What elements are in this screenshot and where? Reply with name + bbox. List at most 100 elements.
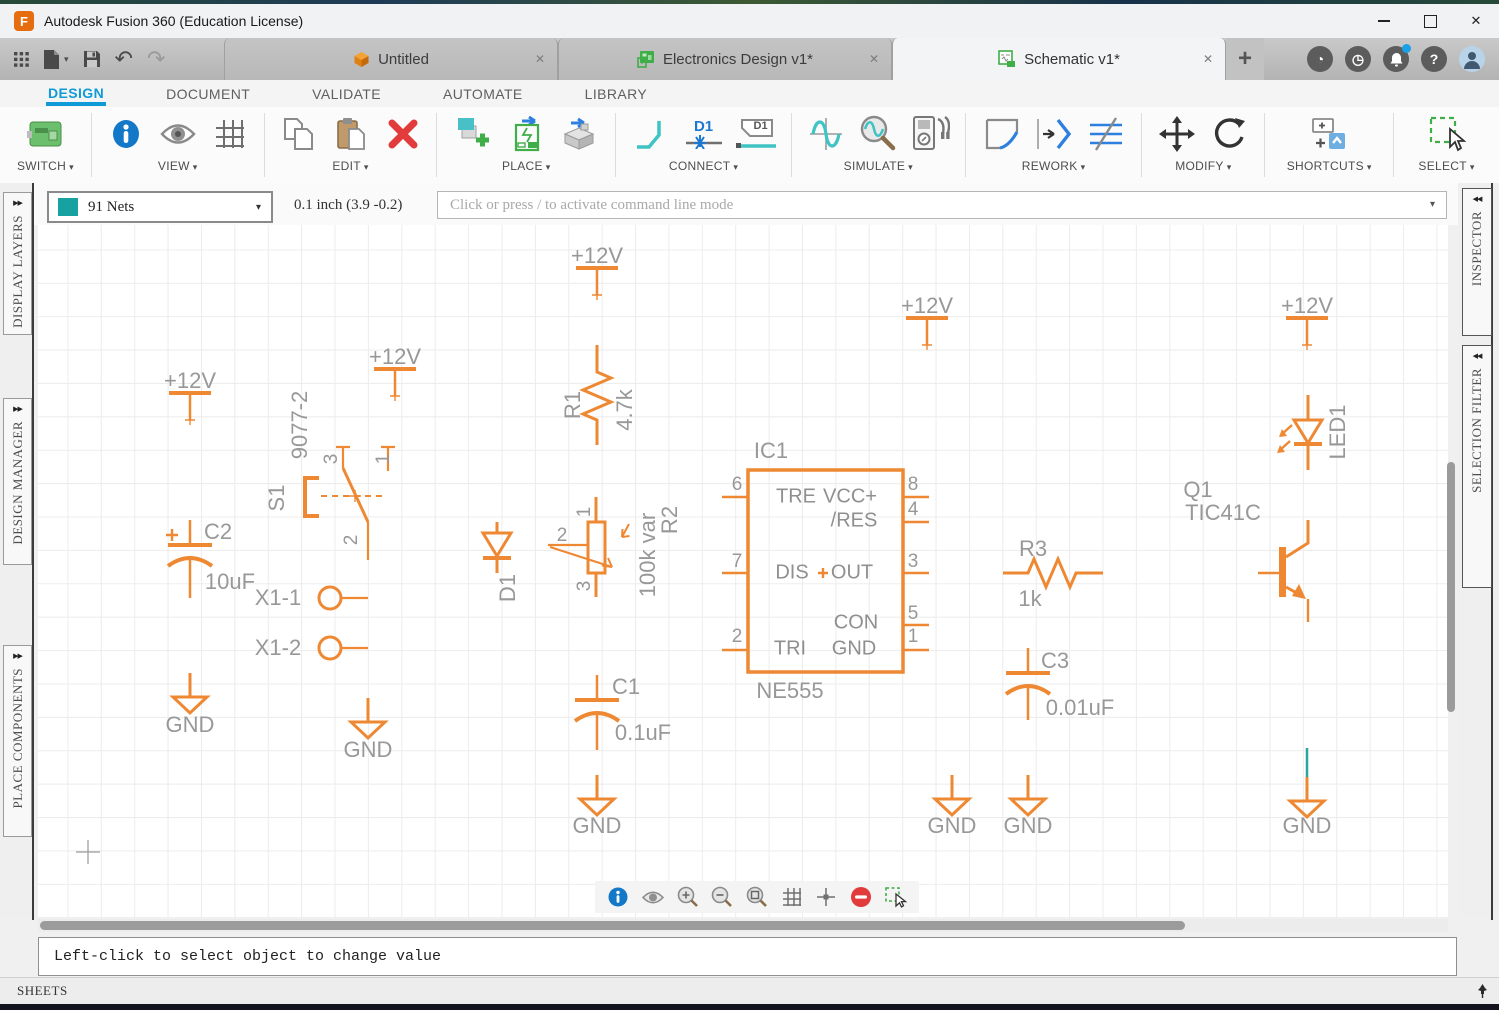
led-LED1-symbol[interactable]: [1277, 395, 1322, 470]
net-wire-icon[interactable]: [631, 114, 673, 154]
group-label-simulate[interactable]: SIMULATE▾: [844, 159, 913, 173]
tab-close-icon[interactable]: ✕: [1203, 52, 1213, 66]
notifications-bell-icon[interactable]: [1383, 46, 1409, 72]
schematic-label[interactable]: VCC+: [823, 486, 877, 509]
schematic-label[interactable]: +12V: [571, 243, 623, 269]
schematic-label[interactable]: 10uF: [205, 569, 255, 595]
info-mode-icon[interactable]: [606, 885, 630, 909]
group-label-modify[interactable]: MODIFY▾: [1175, 159, 1231, 173]
power-symbol-12v[interactable]: [1286, 318, 1328, 350]
schematic-label[interactable]: X1-1: [255, 585, 301, 611]
new-tab-button[interactable]: +: [1226, 38, 1264, 80]
horizontal-scrollbar-thumb[interactable]: [40, 921, 1185, 930]
schematic-label[interactable]: +12V: [901, 293, 953, 319]
app-grid-icon[interactable]: [14, 52, 29, 67]
schematic-label[interactable]: NE555: [756, 678, 823, 704]
schematic-label[interactable]: X1-2: [255, 635, 301, 661]
undo-icon[interactable]: ↶: [115, 48, 133, 70]
group-label-connect[interactable]: CONNECT▾: [669, 159, 738, 173]
multimeter-icon[interactable]: [909, 114, 951, 154]
schematic-label[interactable]: IC1: [754, 438, 788, 464]
vertical-scrollbar-thumb[interactable]: [1447, 462, 1455, 712]
schematic-label[interactable]: +12V: [1281, 293, 1333, 319]
transistor-Q1-symbol[interactable]: [1258, 520, 1308, 622]
delete-icon[interactable]: [382, 114, 424, 154]
schematic-label[interactable]: 6: [732, 474, 743, 496]
gnd-symbol[interactable]: [1011, 775, 1045, 815]
panel-design-manager[interactable]: ▶▶ DESIGN MANAGER: [3, 398, 32, 565]
schematic-label[interactable]: D1: [495, 574, 521, 602]
schematic-label[interactable]: TRI: [774, 638, 806, 661]
tab-library[interactable]: LIBRARY: [583, 82, 649, 106]
schematic-label[interactable]: CON: [834, 612, 878, 635]
schematic-label[interactable]: 4: [908, 499, 919, 521]
copy-icon[interactable]: [278, 114, 320, 154]
schematic-label[interactable]: +12V: [164, 368, 216, 394]
tab-close-icon[interactable]: ✕: [535, 52, 545, 66]
command-line-caret[interactable]: ▾: [1430, 199, 1435, 210]
schematic-label[interactable]: 5: [908, 603, 919, 625]
tab-automate[interactable]: AUTOMATE: [441, 82, 525, 106]
schematic-label[interactable]: 9077-2: [287, 391, 313, 460]
gnd-symbol[interactable]: [580, 775, 614, 815]
schematic-label[interactable]: 1: [908, 626, 919, 648]
place-device-icon[interactable]: [505, 114, 547, 154]
schematic-label[interactable]: /RES: [831, 510, 878, 533]
tab-close-icon[interactable]: ✕: [869, 52, 879, 66]
schematic-label[interactable]: GND: [832, 638, 876, 661]
group-label-edit[interactable]: EDIT▾: [332, 159, 368, 173]
schematic-label[interactable]: GND: [1004, 813, 1053, 839]
zoom-fit-icon[interactable]: [745, 885, 769, 909]
schematic-label[interactable]: 7: [732, 551, 743, 573]
schematic-label[interactable]: GND: [1283, 813, 1332, 839]
schematic-label[interactable]: R3: [1019, 536, 1047, 562]
zoom-in-icon[interactable]: [676, 885, 700, 909]
sine-wave-icon[interactable]: [805, 114, 847, 154]
grid-toggle-icon[interactable]: [780, 885, 804, 909]
rework-route-icon[interactable]: [981, 114, 1023, 154]
power-symbol-12v[interactable]: [169, 393, 211, 425]
group-label-switch[interactable]: SWITCH▾: [17, 159, 74, 173]
pin-icon[interactable]: [1476, 984, 1489, 1003]
visibility-eye-icon[interactable]: [641, 885, 665, 909]
file-menu-icon[interactable]: ▾: [43, 49, 69, 70]
job-status-icon[interactable]: ◔: [1307, 46, 1333, 72]
ripup-icon[interactable]: [1085, 114, 1127, 154]
resistor-R3-symbol[interactable]: [1003, 559, 1103, 587]
schematic-label[interactable]: C1: [612, 674, 640, 700]
schematic-label[interactable]: 3: [574, 581, 596, 592]
schematic-label[interactable]: DIS: [775, 562, 808, 585]
schematic-label[interactable]: TRE: [776, 486, 816, 509]
schematic-label[interactable]: 1k: [1018, 586, 1041, 612]
schematic-label[interactable]: R2: [657, 506, 683, 534]
redo-icon[interactable]: ↷: [147, 48, 165, 70]
schematic-label[interactable]: 4.7k: [612, 389, 638, 431]
tab-electronics-design[interactable]: Electronics Design v1* ✕: [558, 38, 892, 80]
probe-magnifier-icon[interactable]: [857, 114, 899, 154]
connector-X1-1-symbol[interactable]: [319, 587, 368, 609]
schematic-label[interactable]: R1: [560, 391, 586, 419]
schematic-label[interactable]: 1: [574, 507, 596, 518]
group-label-shortcuts[interactable]: SHORTCUTS▾: [1287, 159, 1372, 173]
panel-place-components[interactable]: ▶▶ PLACE COMPONENTS: [3, 645, 32, 837]
schematic-label[interactable]: 2: [732, 626, 743, 648]
schematic-label[interactable]: 3: [908, 551, 919, 573]
tab-document[interactable]: DOCUMENT: [164, 82, 252, 106]
schematic-label[interactable]: S1: [264, 485, 290, 512]
clock-icon[interactable]: ◷: [1345, 46, 1371, 72]
schematic-label[interactable]: LED1: [1325, 404, 1351, 459]
gnd-symbol[interactable]: [173, 673, 207, 713]
sheets-bar[interactable]: SHEETS: [0, 977, 1499, 1004]
schematic-label[interactable]: 2: [557, 525, 568, 547]
gnd-symbol[interactable]: [351, 698, 385, 738]
eye-icon[interactable]: [157, 114, 199, 154]
schematic-label[interactable]: GND: [573, 813, 622, 839]
tab-schematic[interactable]: Schematic v1* ✕: [892, 38, 1226, 80]
power-symbol-12v[interactable]: [374, 369, 416, 401]
collapse-left-icon[interactable]: ◀◀: [1473, 352, 1482, 360]
minimize-button[interactable]: [1361, 4, 1407, 38]
rotate-icon[interactable]: [1208, 114, 1250, 154]
schematic-label[interactable]: 0.1uF: [615, 720, 671, 746]
schematic-label[interactable]: +12V: [369, 344, 421, 370]
power-symbol-12v[interactable]: [906, 318, 948, 350]
